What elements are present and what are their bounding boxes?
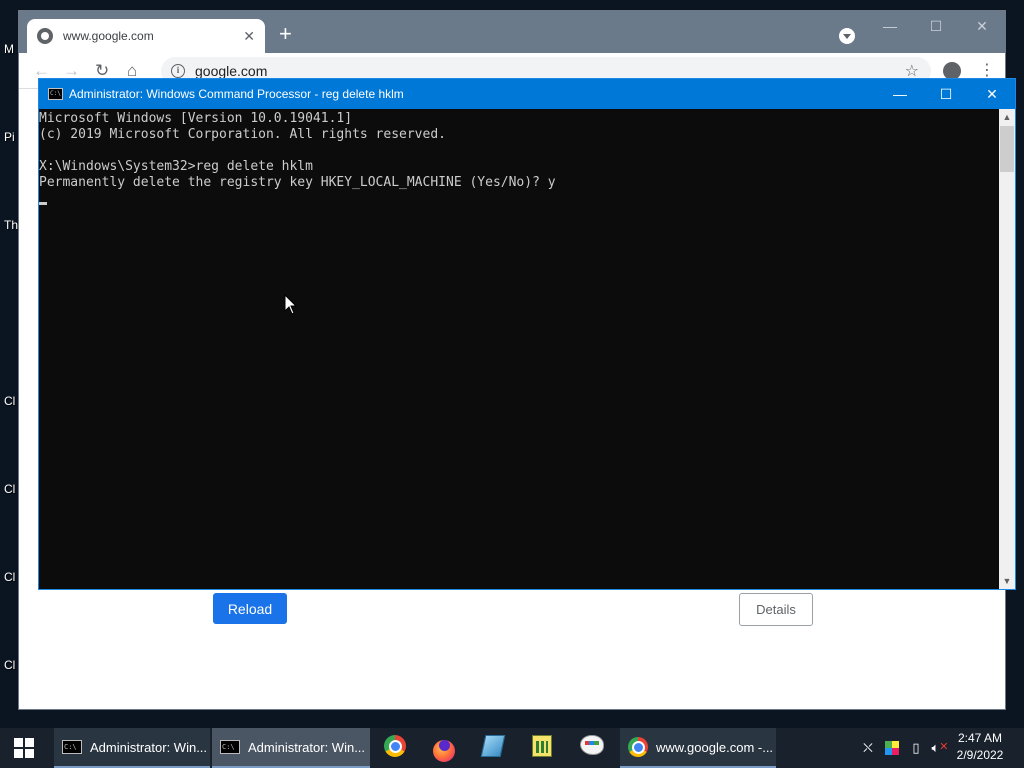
mouse-pointer-icon <box>284 294 298 315</box>
taskbar-item-label: Administrator: Win... <box>248 739 366 755</box>
desktop-icon-label[interactable]: Cl <box>4 482 15 496</box>
globe-icon <box>37 28 53 44</box>
chrome-window-controls: — ☐ ✕ <box>867 11 1005 41</box>
info-icon[interactable]: i <box>171 64 185 78</box>
close-icon[interactable]: ✕ <box>969 79 1015 109</box>
chrome-icon <box>628 737 648 757</box>
chrome-icon <box>384 735 406 757</box>
usb-device-icon[interactable]: ▯ <box>904 740 928 756</box>
tab-close-icon[interactable]: ✕ <box>243 28 255 45</box>
spreadsheet-icon <box>532 735 552 757</box>
taskbar-item-label: www.google.com -... <box>656 739 774 755</box>
minimize-icon[interactable]: — <box>877 79 923 109</box>
taskbar-pin-spreadsheet[interactable] <box>532 735 558 761</box>
desktop-icon-label[interactable]: Cl <box>4 394 15 408</box>
cmd-window: C:\ Administrator: Windows Command Proce… <box>38 78 1016 590</box>
tab-search-icon[interactable] <box>839 28 855 44</box>
cmd-app-icon[interactable]: C:\ <box>48 88 63 100</box>
notepad-icon <box>480 735 506 757</box>
vertical-scrollbar[interactable]: ▲ ▼ <box>999 109 1015 589</box>
cmd-app-icon: C:\ <box>62 740 82 754</box>
clock-time: 2:47 AM <box>957 731 1003 745</box>
close-icon[interactable]: ✕ <box>959 11 1005 41</box>
console-output[interactable]: Microsoft Windows [Version 10.0.19041.1]… <box>39 109 1001 589</box>
new-tab-button[interactable]: + <box>279 23 292 45</box>
cmd-window-controls: — ☐ ✕ <box>877 79 1015 109</box>
cmd-app-icon: C:\ <box>220 740 240 754</box>
chrome-tabstrip: www.google.com ✕ + — ☐ ✕ <box>19 11 1005 53</box>
scroll-up-icon[interactable]: ▲ <box>999 109 1015 125</box>
reload-button[interactable]: Reload <box>213 593 287 624</box>
console-line: X:\Windows\System32>reg delete hklm <box>39 159 313 174</box>
firefox-icon <box>433 740 455 762</box>
cmd-window-title: Administrator: Windows Command Processor… <box>69 87 404 101</box>
taskbar-item-chrome[interactable]: www.google.com -... <box>620 728 776 768</box>
console-cursor-line <box>39 191 1001 207</box>
scroll-down-icon[interactable]: ▼ <box>999 573 1015 589</box>
taskbar-pin-chrome[interactable] <box>384 735 410 761</box>
paint-icon <box>580 735 604 755</box>
maximize-icon[interactable]: ☐ <box>913 11 959 41</box>
chrome-tab[interactable]: www.google.com ✕ <box>27 19 265 53</box>
maximize-icon[interactable]: ☐ <box>923 79 969 109</box>
console-line: Microsoft Windows [Version 10.0.19041.1] <box>39 111 353 126</box>
url-text: google.com <box>195 63 268 79</box>
cmd-titlebar[interactable]: C:\ Administrator: Windows Command Proce… <box>39 79 1015 109</box>
taskbar-pin-paint[interactable] <box>580 735 606 761</box>
taskbar-item-cmd-1[interactable]: C:\ Administrator: Win... <box>54 728 210 768</box>
menu-kebab-icon[interactable]: ⋮ <box>979 60 995 80</box>
taskbar-clock[interactable]: 2:47 AM 2/9/2022 <box>950 730 1010 764</box>
tab-title: www.google.com <box>63 29 154 43</box>
desktop-icon-label[interactable]: Th <box>4 218 18 232</box>
system-tray: ⛌ ▯ 🔈︎ ✕ <box>856 728 952 768</box>
taskbar-item-cmd-2[interactable]: C:\ Administrator: Win... <box>212 728 370 768</box>
desktop-icon-label[interactable]: Cl <box>4 570 15 584</box>
desktop-icon-label[interactable]: M <box>4 42 14 56</box>
taskbar-pin-firefox[interactable] <box>433 735 459 762</box>
details-button[interactable]: Details <box>739 593 813 626</box>
taskbar: C:\ Administrator: Win... C:\ Administra… <box>0 728 1024 768</box>
taskbar-pin-notepad[interactable] <box>480 735 509 761</box>
network-disconnected-icon[interactable]: ⛌ <box>856 740 880 756</box>
volume-muted-icon[interactable]: 🔈︎ ✕ <box>928 740 952 756</box>
windows-logo-icon <box>14 738 34 758</box>
console-line: Permanently delete the registry key HKEY… <box>39 175 556 190</box>
scroll-thumb[interactable] <box>1000 126 1014 172</box>
clock-date: 2/9/2022 <box>956 748 1004 762</box>
desktop-icon-label[interactable]: Cl <box>4 658 15 672</box>
text-cursor <box>39 202 47 205</box>
console-line: (c) 2019 Microsoft Corporation. All righ… <box>39 127 446 142</box>
start-button[interactable] <box>0 728 48 768</box>
desktop-icon-label[interactable]: Pi <box>4 130 15 144</box>
color-app-icon[interactable] <box>880 741 904 755</box>
taskbar-item-label: Administrator: Win... <box>90 739 208 755</box>
minimize-icon[interactable]: — <box>867 11 913 41</box>
